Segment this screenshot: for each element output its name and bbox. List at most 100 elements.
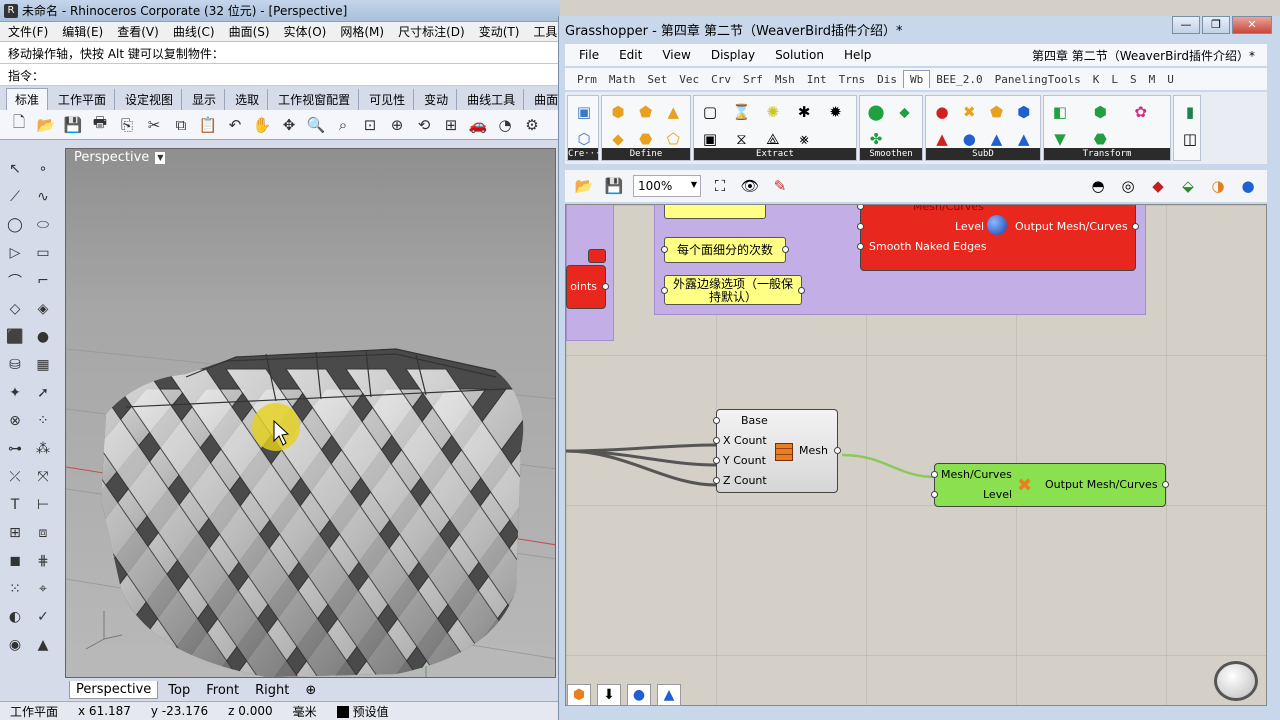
display-mode-icon[interactable]: ● xyxy=(1237,175,1259,197)
viewport-tab-right[interactable]: Right xyxy=(249,682,295,699)
gh-tab-prm[interactable]: Prm xyxy=(571,71,603,88)
material-icon[interactable]: ◉ xyxy=(2,632,28,658)
gh-tab-msh[interactable]: Msh xyxy=(769,71,801,88)
cc-port-smooth[interactable] xyxy=(857,243,864,250)
options-icon[interactable]: ⚙ xyxy=(521,114,543,136)
panel-naked-in-port[interactable] xyxy=(661,287,668,294)
copy-icon[interactable]: ⧉ xyxy=(170,114,192,136)
red-component-left[interactable]: oints xyxy=(566,265,609,309)
analyze-icon[interactable]: ⌖ xyxy=(30,576,56,602)
circle-icon[interactable]: ◯ xyxy=(2,212,28,238)
join-icon[interactable]: ⊶ xyxy=(2,436,28,462)
gh-menu-display[interactable]: Display xyxy=(711,48,755,62)
cc-port-mesh[interactable] xyxy=(857,205,864,210)
menu-transform[interactable]: 变动(T) xyxy=(479,23,520,40)
zoom-window-icon[interactable]: ⌕ xyxy=(332,114,354,136)
move-icon[interactable]: ➚ xyxy=(30,380,56,406)
import-icon[interactable]: ⎘ xyxy=(116,114,138,136)
wb-catmull-clark-icon[interactable]: ● xyxy=(929,99,955,125)
grid-snap-icon[interactable]: ⋕ xyxy=(30,548,56,574)
undo-view-icon[interactable]: ⟲ xyxy=(413,114,435,136)
box-icon[interactable]: ⬛ xyxy=(2,324,28,350)
wb-sierpinski-icon[interactable]: ✖ xyxy=(956,99,982,125)
gh-tab-wb[interactable]: Wb xyxy=(903,70,931,88)
red-left-output-port[interactable] xyxy=(602,283,609,290)
dimension-icon[interactable]: ⊢ xyxy=(30,492,56,518)
sierpinski-carpet-component[interactable]: Mesh/Curves Level ✖ Output Mesh/Curves xyxy=(931,463,1169,507)
panel-subdivision-in-port[interactable] xyxy=(661,246,668,253)
wb-flip-icon[interactable]: ▮ xyxy=(1177,99,1203,125)
gh-menu-edit[interactable]: Edit xyxy=(619,48,642,62)
status-cplane[interactable]: 工作平面 xyxy=(0,703,68,720)
gh-tab-l[interactable]: L xyxy=(1105,71,1124,88)
maximize-button[interactable]: ❐ xyxy=(1202,16,1230,34)
minimize-button[interactable]: — xyxy=(1172,16,1200,34)
gh-tab-crv[interactable]: Crv xyxy=(705,71,737,88)
wb-info-icon[interactable]: ✹ xyxy=(823,99,849,125)
pan-icon[interactable]: ✋ xyxy=(251,114,273,136)
wb-constant-quads-icon[interactable]: ⬟ xyxy=(984,99,1010,125)
wb-weld-icon[interactable]: ✱ xyxy=(791,99,817,125)
render-icon[interactable]: ◐ xyxy=(2,604,28,630)
gh-tab-dis[interactable]: Dis xyxy=(871,71,903,88)
gh-menu-file[interactable]: File xyxy=(579,48,599,62)
perspective-viewport[interactable]: Perspective ▼ xyxy=(65,148,556,678)
save-icon[interactable]: 💾 xyxy=(62,114,84,136)
mesh-icon[interactable]: ▦ xyxy=(30,352,56,378)
woven-mesh-object[interactable] xyxy=(66,329,556,678)
polygon-icon[interactable]: ▷ xyxy=(2,240,28,266)
preview-eye-icon[interactable]: 👁 xyxy=(739,175,761,197)
check-icon[interactable]: ✓ xyxy=(30,604,56,630)
wb-laplacian-icon[interactable]: ⬤ xyxy=(863,99,889,125)
menu-file[interactable]: 文件(F) xyxy=(8,23,48,40)
cc-port-level[interactable] xyxy=(857,223,864,230)
zoom-extents-icon[interactable]: ⊡ xyxy=(359,114,381,136)
bottom-mesh-icon[interactable]: ⬢ xyxy=(567,684,591,706)
box-port-base[interactable] xyxy=(713,417,720,424)
toolbar-tab-standard[interactable]: 标准 xyxy=(6,88,49,110)
gh-tab-s[interactable]: S xyxy=(1124,71,1143,88)
solid-tools-icon[interactable]: ◼ xyxy=(2,548,28,574)
wb-cube-icon[interactable]: ⬢ xyxy=(605,99,631,125)
curve-icon[interactable]: ∿ xyxy=(30,184,56,210)
zoom-extents-icon[interactable]: ⛶ xyxy=(709,175,731,197)
open-file-icon[interactable]: 📂 xyxy=(573,175,595,197)
rectangle-icon[interactable]: ▭ xyxy=(30,240,56,266)
toolbar-tab-curve-tools[interactable]: 曲线工具 xyxy=(459,89,525,110)
preview-shaded-icon[interactable]: ◎ xyxy=(1117,175,1139,197)
wb-carpet-icon[interactable]: ◫ xyxy=(1177,126,1203,152)
preview-selected-icon[interactable]: ◆ xyxy=(1147,175,1169,197)
trim-icon[interactable]: ⤫ xyxy=(2,464,28,490)
panel-naked-edges[interactable]: 外露边缘选项（一般保持默认） xyxy=(661,275,805,305)
wb-mesh-icon[interactable]: ▣ xyxy=(571,99,597,125)
sc-port-level[interactable] xyxy=(931,491,938,498)
bottom-triangle-icon[interactable]: ▲ xyxy=(657,684,681,706)
menu-curve[interactable]: 曲线(C) xyxy=(173,23,215,40)
sphere-icon[interactable]: ● xyxy=(30,324,56,350)
gh-tab-k[interactable]: K xyxy=(1087,71,1106,88)
gh-tab-trns[interactable]: Trns xyxy=(833,71,872,88)
toolbar-tab-setview[interactable]: 设定视图 xyxy=(117,89,183,110)
open-file-icon[interactable]: 📂 xyxy=(35,114,57,136)
paste-icon[interactable]: 📋 xyxy=(197,114,219,136)
viewport-tab-top[interactable]: Top xyxy=(162,682,196,699)
gh-menu-view[interactable]: View xyxy=(662,48,690,62)
bottom-download-icon[interactable]: ⬇ xyxy=(597,684,621,706)
menu-solid[interactable]: 实体(O) xyxy=(284,23,327,40)
toolbar-tab-select[interactable]: 选取 xyxy=(227,89,269,110)
wb-edges-icon[interactable]: ▢ xyxy=(697,99,723,125)
gh-tab-u[interactable]: U xyxy=(1161,71,1180,88)
gh-tab-bee[interactable]: BEE_2.0 xyxy=(930,71,988,88)
array-icon[interactable]: ⁘ xyxy=(30,408,56,434)
wb-window-icon[interactable]: ◧ xyxy=(1047,99,1073,125)
status-layer[interactable]: 预设值 xyxy=(327,703,399,720)
preview-wire-icon[interactable]: ◓ xyxy=(1087,175,1109,197)
catmull-clark-component[interactable]: Mesh/Curves Level Smooth Naked Edges Out… xyxy=(857,205,1139,271)
select-arrow-icon[interactable]: ↖ xyxy=(2,156,28,182)
viewport-tab-front[interactable]: Front xyxy=(200,682,245,699)
panel-top-partial[interactable] xyxy=(664,205,766,219)
arc-icon[interactable]: ⌒ xyxy=(2,268,28,294)
wb-thicken-icon[interactable]: ⬢ xyxy=(1087,99,1113,125)
gh-tab-math[interactable]: Math xyxy=(603,71,642,88)
save-file-icon[interactable]: 💾 xyxy=(603,175,625,197)
